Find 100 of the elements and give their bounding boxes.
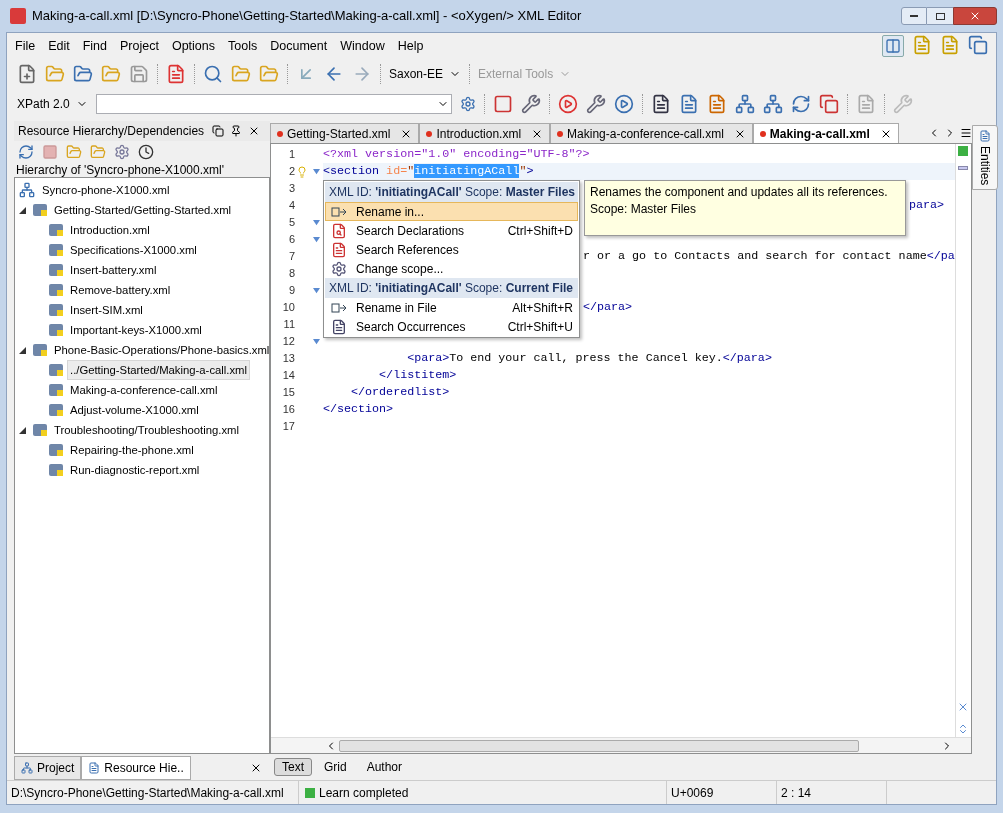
tree-item[interactable]: Important-keys-X1000.xml bbox=[67, 320, 205, 340]
tree-item[interactable]: Introduction.xml bbox=[67, 220, 153, 240]
side-tab[interactable]: Entities bbox=[971, 125, 998, 191]
menu-item[interactable]: Search Occurrences Ctrl+Shift+U bbox=[325, 317, 578, 336]
refresh-icon[interactable] bbox=[18, 144, 34, 160]
line-number: 16 bbox=[281, 402, 295, 418]
history-icon[interactable] bbox=[138, 144, 154, 160]
mode-tab[interactable]: Grid bbox=[316, 758, 355, 776]
lightbulb-icon[interactable] bbox=[296, 165, 308, 178]
restore-icon[interactable] bbox=[212, 125, 225, 137]
debug-play-icon[interactable] bbox=[613, 94, 634, 114]
new-file-icon[interactable] bbox=[17, 64, 37, 84]
line-number: 5 bbox=[287, 215, 295, 231]
fold-icon[interactable] bbox=[312, 287, 320, 294]
tree-item[interactable]: Adjust-volume-X1000.xml bbox=[67, 400, 202, 420]
search-icon[interactable] bbox=[203, 64, 223, 84]
line-number: 11 bbox=[282, 317, 295, 333]
configure-wrench-icon[interactable] bbox=[585, 94, 606, 114]
file-icon bbox=[49, 304, 63, 316]
editor-tab[interactable]: Making-a-conference-call.xml bbox=[550, 123, 753, 143]
tree-item[interactable]: Syncro-phone-X1000.xml bbox=[39, 180, 173, 200]
mode-tab[interactable]: Author bbox=[358, 758, 411, 776]
open-url-folder-icon[interactable] bbox=[73, 64, 93, 84]
editor-tab[interactable]: Getting-Started.xml bbox=[270, 123, 420, 143]
file-icon bbox=[49, 284, 63, 296]
xpath-input-field[interactable] bbox=[95, 94, 452, 114]
settings-icon[interactable] bbox=[459, 96, 476, 112]
tree-item[interactable]: Run-diagnostic-report.xml bbox=[67, 460, 203, 480]
code-line: </para> bbox=[583, 298, 633, 316]
menu-item[interactable]: File bbox=[15, 36, 36, 56]
editor-tab[interactable]: Making-a-call.xml bbox=[752, 123, 899, 143]
database-perspective-icon[interactable] bbox=[968, 35, 988, 55]
file-icon bbox=[49, 264, 63, 276]
line-number: 14 bbox=[281, 368, 295, 384]
menu-item[interactable]: Document bbox=[270, 36, 328, 56]
document-icon bbox=[88, 762, 101, 774]
xpath-version-dropdown[interactable]: XPath 2.0 bbox=[17, 95, 88, 113]
menu-item[interactable]: Search Declarations Ctrl+Shift+D bbox=[325, 221, 578, 240]
text-document-icon[interactable] bbox=[166, 64, 186, 84]
tree-item[interactable]: Remove-battery.xml bbox=[67, 280, 174, 300]
fold-icon[interactable] bbox=[312, 236, 320, 243]
diagram-icon[interactable] bbox=[734, 94, 755, 114]
play-icon[interactable] bbox=[557, 94, 578, 114]
refresh-document-icon[interactable] bbox=[790, 94, 811, 114]
status-code-point: U+0069 bbox=[667, 781, 777, 804]
close-icon[interactable] bbox=[250, 762, 262, 774]
menu-item[interactable]: Window bbox=[340, 36, 385, 56]
mode-tab[interactable]: Text bbox=[274, 758, 312, 776]
tree-item[interactable]: Repairing-the-phone.xml bbox=[67, 440, 197, 460]
menu-item[interactable]: Rename in... bbox=[325, 202, 578, 221]
menu-item[interactable]: Change scope... bbox=[325, 259, 578, 278]
file-icon bbox=[49, 384, 63, 396]
layout-button[interactable] bbox=[882, 35, 904, 57]
tree-item[interactable]: ../Getting-Started/Making-a-call.xml bbox=[67, 360, 251, 380]
pin-icon[interactable] bbox=[230, 125, 243, 137]
tree-item[interactable]: Making-a-conference-call.xml bbox=[67, 380, 221, 400]
tab-list-icon[interactable] bbox=[959, 127, 972, 139]
menu-item[interactable]: Project bbox=[120, 36, 159, 56]
status-indicator bbox=[958, 146, 969, 156]
maximize-button[interactable] bbox=[927, 7, 953, 25]
line-number: 9 bbox=[287, 283, 295, 299]
hierarchy-subtitle: Hierarchy of 'Syncro-phone-X1000.xml' bbox=[15, 163, 225, 177]
fold-icon[interactable] bbox=[312, 338, 320, 345]
transformer-dropdown[interactable]: Saxon-EE bbox=[389, 65, 462, 83]
file-icon bbox=[33, 344, 47, 356]
menu-item[interactable]: Edit bbox=[48, 36, 70, 56]
configure-icon[interactable] bbox=[114, 144, 130, 160]
menu-item[interactable]: Rename in File Alt+Shift+R bbox=[325, 298, 578, 317]
expander-icon[interactable] bbox=[19, 346, 26, 354]
wrench-icon[interactable] bbox=[520, 94, 541, 114]
tree-item[interactable]: Insert-SIM.xml bbox=[67, 300, 146, 320]
tree-item[interactable]: Getting-Started/Getting-Started.xml bbox=[51, 200, 235, 220]
line-number: 1 bbox=[287, 147, 295, 163]
menu-item[interactable]: Find bbox=[82, 36, 108, 56]
tree-item[interactable]: Troubleshooting/Troubleshooting.xml bbox=[51, 420, 243, 440]
editor-tab[interactable]: Introduction.xml bbox=[419, 123, 551, 143]
menu-item[interactable]: Search References bbox=[325, 240, 578, 259]
menu-item[interactable]: Tools bbox=[228, 36, 258, 56]
save-icon[interactable] bbox=[129, 64, 149, 84]
xslt-perspective-icon[interactable] bbox=[912, 35, 932, 55]
tree-item[interactable]: Phone-Basic-Operations/Phone-basics.xml bbox=[51, 340, 273, 360]
fold-icon[interactable] bbox=[312, 219, 320, 226]
expander-icon[interactable] bbox=[19, 426, 26, 434]
fold-icon[interactable] bbox=[312, 168, 320, 175]
tree-item[interactable]: Insert-battery.xml bbox=[67, 260, 160, 280]
expander-icon[interactable] bbox=[19, 206, 26, 214]
xquery-perspective-icon[interactable] bbox=[940, 35, 960, 55]
panel-tab[interactable]: Project bbox=[14, 756, 82, 780]
menu-item[interactable]: Options bbox=[171, 36, 216, 56]
horizontal-scrollbar-thumb[interactable] bbox=[339, 739, 859, 752]
copy-document-icon[interactable] bbox=[818, 94, 839, 114]
panel-tab[interactable]: Resource Hie.. bbox=[81, 756, 191, 780]
stop-icon[interactable] bbox=[42, 144, 58, 160]
tree-item[interactable]: Specifications-X1000.xml bbox=[67, 240, 200, 260]
file-icon bbox=[49, 244, 63, 256]
validate-icon[interactable] bbox=[492, 94, 513, 114]
menu-item[interactable]: Help bbox=[397, 36, 424, 56]
code-line: <?xml version="1.0" encoding="UTF-8"?> bbox=[323, 145, 590, 163]
minimize-button[interactable] bbox=[901, 7, 927, 25]
network-icon[interactable] bbox=[762, 94, 783, 114]
